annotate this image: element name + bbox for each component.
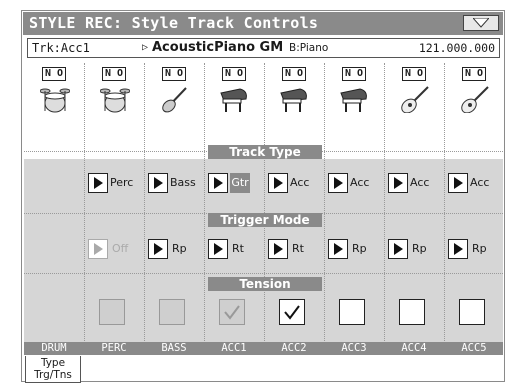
column-divider	[84, 63, 85, 343]
track-type-button-acc4[interactable]	[388, 173, 408, 193]
chevron-down-icon	[473, 18, 489, 28]
trigger-mode-perc: Off	[112, 242, 129, 255]
mute-toggle-perc[interactable]: N O	[102, 67, 126, 81]
mute-toggle-acc5[interactable]: N O	[462, 67, 486, 81]
sound-name[interactable]: AcousticPiano GM	[152, 39, 283, 57]
track-type-acc5: Acc	[470, 176, 490, 189]
title-bar: STYLE REC: Style Track Controls	[23, 12, 503, 35]
column-divider	[204, 63, 205, 343]
column-divider	[144, 63, 145, 343]
tension-header: Tension	[208, 277, 322, 291]
trigger-mode-acc5: Rp	[472, 242, 487, 255]
trigger-mode-acc3: Rp	[352, 242, 367, 255]
track-name-acc1: ACC1	[221, 342, 247, 354]
column-divider	[264, 63, 265, 343]
grand-piano-icon	[340, 88, 367, 112]
grand-piano-icon	[220, 88, 247, 112]
track-type-perc: Perc	[110, 176, 134, 189]
column-divider	[444, 63, 445, 343]
trigger-mode-button-acc5[interactable]	[448, 239, 468, 259]
sound-arrow-icon: ▷	[142, 42, 149, 53]
mute-toggle-acc2[interactable]: N O	[282, 67, 306, 81]
current-track: Trk:Acc1	[32, 41, 90, 55]
tab-label-line1: Type	[40, 357, 66, 369]
track-type-button-bass[interactable]	[148, 173, 168, 193]
track-type-bass: Bass	[170, 176, 196, 189]
track-type-button-acc3[interactable]	[328, 173, 348, 193]
sound-bank: B:Piano	[289, 42, 329, 54]
trigger-mode-acc1: Rt	[232, 242, 244, 255]
track-name-acc2: ACC2	[281, 342, 307, 354]
track-name-acc3: ACC3	[341, 342, 367, 354]
track-name-acc4: ACC4	[401, 342, 427, 354]
track-type-acc3: Acc	[350, 176, 370, 189]
trigger-mode-button-acc4[interactable]	[388, 239, 408, 259]
trigger-mode-bass: Rp	[172, 242, 187, 255]
tension-checkbox-acc2[interactable]	[279, 299, 305, 325]
trigger-mode-button-acc3[interactable]	[328, 239, 348, 259]
trigger-mode-button-acc2[interactable]	[268, 239, 288, 259]
song-position: 121.000.000	[418, 41, 495, 55]
page-menu-button[interactable]	[463, 15, 499, 31]
column-divider	[384, 63, 385, 343]
track-type-button-acc2[interactable]	[268, 173, 288, 193]
track-name-acc5: ACC5	[461, 342, 487, 354]
mute-toggle-drum[interactable]: N O	[42, 67, 66, 81]
tab-label-line2: Trg/Tns	[34, 369, 72, 381]
trigger-mode-acc2: Rt	[292, 242, 304, 255]
drum-kit-icon	[40, 88, 70, 113]
trigger-mode-button-bass[interactable]	[148, 239, 168, 259]
track-type-button-acc1[interactable]	[208, 173, 228, 193]
display-screen: STYLE REC: Style Track Controls Trk:Acc1…	[21, 10, 505, 383]
tension-checkbox-perc[interactable]	[99, 299, 125, 325]
mute-toggle-acc1[interactable]: N O	[222, 67, 246, 81]
grand-piano-icon	[280, 88, 307, 112]
track-type-header: Track Type	[208, 145, 322, 159]
column-divider	[324, 63, 325, 343]
tab-type-trg-tns[interactable]: Type Trg/Tns	[25, 356, 81, 383]
trigger-mode-acc4: Rp	[412, 242, 427, 255]
electric-guitar-icon	[162, 87, 187, 113]
mute-toggle-acc4[interactable]: N O	[402, 67, 426, 81]
tension-checkbox-bass[interactable]	[159, 299, 185, 325]
tension-checkbox-acc1[interactable]	[219, 299, 245, 325]
track-name-bar: DRUM PERC BASS ACC1 ACC2 ACC3 ACC4 ACC5	[24, 342, 503, 355]
track-name-bass: BASS	[161, 342, 187, 354]
acoustic-guitar-icon	[401, 86, 429, 113]
track-type-acc4: Acc	[410, 176, 430, 189]
track-info-strip: Trk:Acc1 ▷ AcousticPiano GM B:Piano 121.…	[27, 38, 500, 58]
check-icon	[284, 305, 300, 320]
track-type-acc2: Acc	[290, 176, 310, 189]
drum-kit-icon	[100, 88, 130, 113]
tension-checkbox-acc5[interactable]	[459, 299, 485, 325]
tension-checkbox-acc4[interactable]	[399, 299, 425, 325]
trigger-mode-button-acc1[interactable]	[208, 239, 228, 259]
mute-toggle-acc3[interactable]: N O	[342, 67, 366, 81]
trigger-mode-header: Trigger Mode	[208, 213, 322, 227]
track-grid: Track Type Trigger Mode Tension N O N O …	[24, 63, 503, 350]
track-name-perc: PERC	[101, 342, 127, 354]
trigger-mode-button-perc[interactable]	[88, 239, 108, 259]
check-icon	[224, 305, 240, 320]
track-type-button-acc5[interactable]	[448, 173, 468, 193]
track-name-drum: DRUM	[41, 342, 67, 354]
page-title: STYLE REC: Style Track Controls	[29, 14, 319, 32]
tension-checkbox-acc3[interactable]	[339, 299, 365, 325]
acoustic-guitar-icon	[461, 86, 489, 113]
track-type-button-perc[interactable]	[88, 173, 108, 193]
mute-toggle-bass[interactable]: N O	[162, 67, 186, 81]
track-type-acc1[interactable]: Gtr	[230, 173, 250, 193]
